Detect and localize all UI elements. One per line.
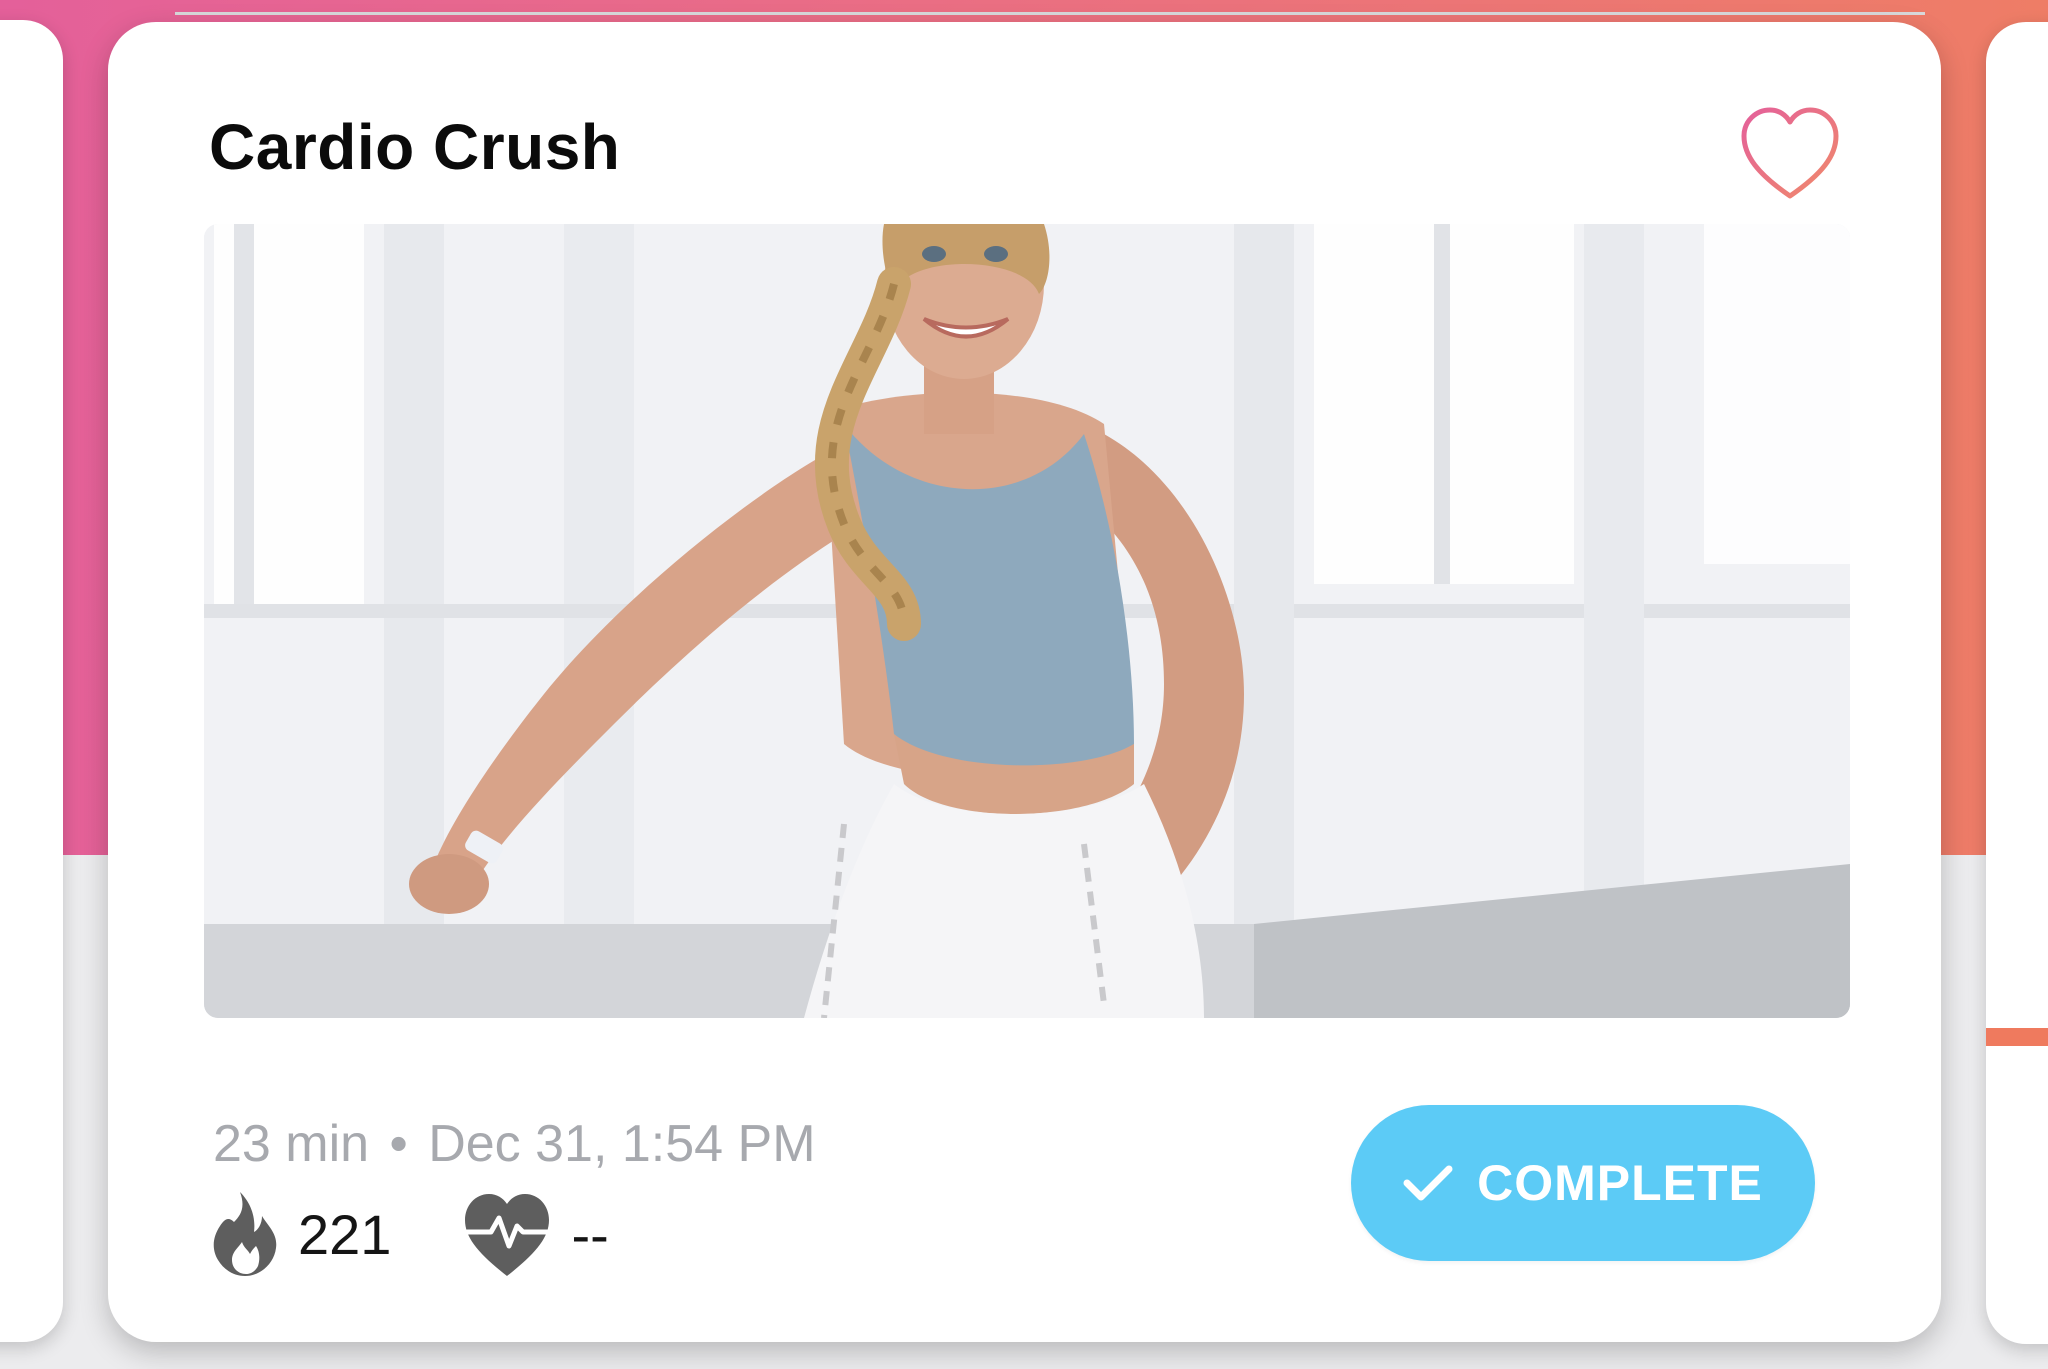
workout-meta: 23 min • Dec 31, 1:54 PM	[213, 1114, 816, 1174]
screen: Cardio Crush 23 min • Dec 31, 1:54 PM 22…	[0, 0, 2048, 1369]
complete-button[interactable]: COMPLETE	[1351, 1105, 1815, 1261]
heart-rate-value: --	[571, 1202, 609, 1266]
top-divider	[175, 12, 1925, 15]
complete-button-label: COMPLETE	[1477, 1155, 1763, 1211]
workout-card[interactable]: Cardio Crush 23 min • Dec 31, 1:54 PM 22…	[108, 22, 1941, 1342]
next-card-accent-line	[1986, 1028, 2048, 1046]
calories-stat: 221	[210, 1190, 391, 1278]
heart-rate-stat: --	[461, 1190, 609, 1278]
previous-workout-card[interactable]	[0, 20, 63, 1342]
calories-value: 221	[298, 1202, 392, 1266]
instructor-illustration	[204, 224, 1850, 1018]
workout-date: Dec 31, 1:54 PM	[428, 1115, 816, 1173]
heart-rate-icon	[464, 1194, 550, 1276]
checkmark-icon	[1403, 1165, 1453, 1201]
flame-icon	[213, 1192, 277, 1276]
workout-duration: 23 min	[213, 1115, 370, 1173]
heart-outline-icon	[1741, 107, 1839, 199]
workout-title: Cardio Crush	[209, 111, 621, 183]
workout-stats: 221 --	[210, 1184, 609, 1284]
workout-photo	[204, 224, 1850, 1018]
meta-separator: •	[389, 1115, 408, 1173]
favorite-button[interactable]	[1730, 94, 1850, 214]
next-workout-card[interactable]	[1986, 22, 2048, 1344]
